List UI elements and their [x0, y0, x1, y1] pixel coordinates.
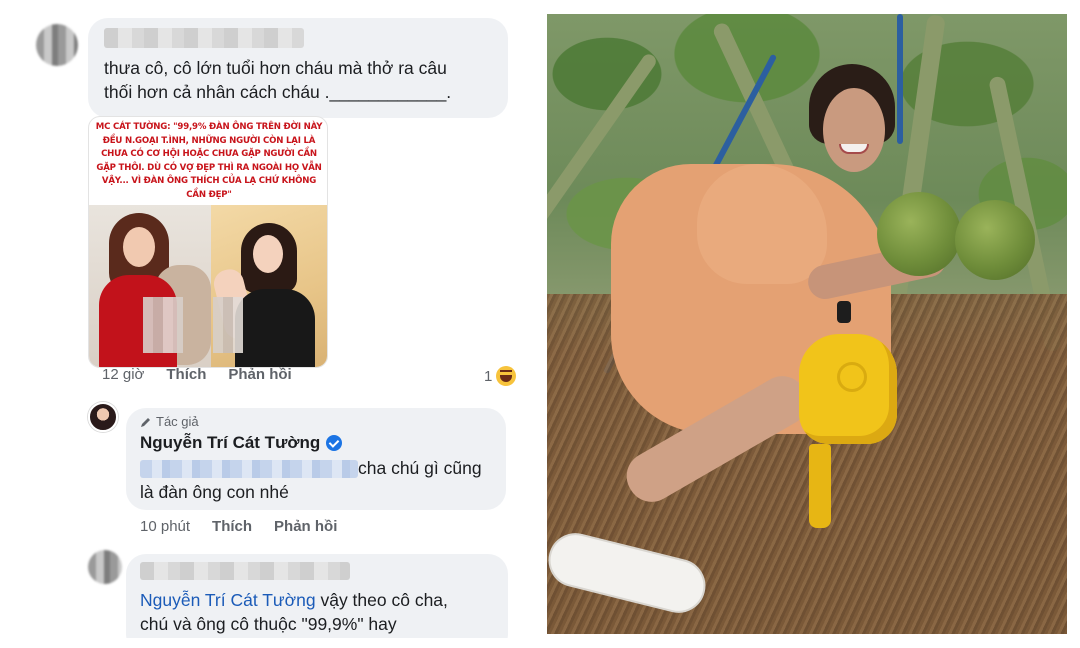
- face: [123, 227, 155, 267]
- facebook-comment-screenshot: thưa cô, cô lớn tuổi hơn cháu mà thở ra …: [14, 10, 532, 638]
- pomelo-fruit: [955, 200, 1035, 280]
- blurred-commenter-name: [104, 28, 304, 48]
- comment-line-1-text: vậy theo cô cha,: [315, 590, 448, 610]
- author-name[interactable]: Nguyễn Trí Cát Tường: [140, 433, 320, 453]
- pixelated-region: [213, 297, 243, 353]
- comment-bubble: Nguyễn Trí Cát Tường vậy theo cô cha, ch…: [126, 554, 508, 638]
- handbag-logo: [837, 362, 867, 392]
- reply-time: 10 phút: [140, 518, 191, 535]
- reply-bubble: Tác giả Nguyễn Trí Cát Tường cha chú gì …: [126, 408, 506, 510]
- verified-badge-icon: [326, 435, 343, 451]
- comment-line-1: Nguyễn Trí Cát Tường vậy theo cô cha,: [140, 588, 506, 612]
- handbag-tassel: [809, 444, 831, 528]
- comment-line-2: thối hơn cả nhân cách cháu .____________…: [104, 82, 452, 102]
- author-name-row: Nguyễn Trí Cát Tường: [140, 433, 343, 453]
- like-link[interactable]: Thích: [212, 518, 252, 535]
- author-badge-label: Tác giả: [156, 414, 199, 429]
- reply-text: cha chú gì cũng là đàn ông con nhé: [140, 456, 500, 504]
- reply-link[interactable]: Phản hồi: [228, 366, 291, 383]
- pencil-icon: [140, 416, 152, 428]
- pixelated-region: [143, 297, 183, 353]
- comment-text: thưa cô, cô lớn tuổi hơn cháu mà thở ra …: [104, 56, 500, 104]
- mention-link[interactable]: Nguyễn Trí Cát Tường: [140, 590, 316, 610]
- smiling-face: [823, 88, 885, 172]
- comment-attached-image[interactable]: MC CÁT TƯỜNG: "99,9% ĐÀN ÔNG TRÊN ĐỜI NÀ…: [88, 116, 328, 368]
- reaction-count[interactable]: 1: [484, 366, 517, 386]
- wristwatch: [837, 301, 851, 323]
- blue-tree-strap: [897, 14, 903, 144]
- reply-actions: 10 phút Thích Phản hồi: [140, 518, 337, 535]
- author-badge: Tác giả: [140, 414, 199, 429]
- reaction-count-number: 1: [484, 367, 493, 385]
- blurred-avatar: [36, 24, 78, 66]
- face: [253, 235, 283, 273]
- black-dress: [235, 289, 315, 367]
- comment-bubble: thưa cô, cô lớn tuổi hơn cháu mà thở ra …: [88, 18, 508, 118]
- photo-woman-in-pomelo-orchard: [547, 14, 1067, 634]
- author-avatar[interactable]: [88, 402, 118, 432]
- comment-time: 12 giờ: [102, 366, 145, 383]
- comment-text: Nguyễn Trí Cát Tường vậy theo cô cha, ch…: [140, 588, 506, 636]
- pomelo-fruit: [877, 192, 961, 276]
- woman-red-dress-photo: [89, 205, 211, 367]
- comment-line-1: thưa cô, cô lớn tuổi hơn cháu mà thở ra …: [104, 58, 447, 78]
- reply-line-1: cha chú gì cũng: [140, 456, 500, 480]
- comment-line-2: chú và ông cô thuộc "99,9%" hay: [140, 614, 397, 634]
- comment-actions: 12 giờ Thích Phản hồi: [102, 366, 292, 383]
- reply-line-2: là đàn ông con nhé: [140, 482, 289, 502]
- meme-caption: MC CÁT TƯỜNG: "99,9% ĐÀN ÔNG TRÊN ĐỜI NÀ…: [95, 122, 323, 200]
- like-link[interactable]: Thích: [166, 366, 206, 383]
- haha-reaction-icon: [496, 366, 517, 386]
- blurred-avatar: [88, 550, 122, 584]
- blurred-mention: [140, 460, 358, 479]
- reply-link[interactable]: Phản hồi: [274, 518, 337, 535]
- blurred-commenter-name: [140, 562, 350, 580]
- reply-line-1-text: cha chú gì cũng: [358, 458, 482, 478]
- woman-black-dress-photo: [210, 205, 327, 367]
